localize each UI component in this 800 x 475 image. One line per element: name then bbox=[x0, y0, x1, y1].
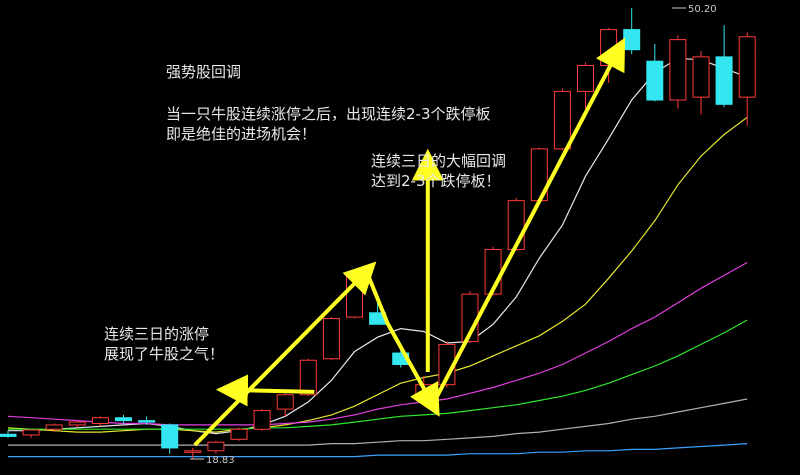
candle-body-down bbox=[161, 424, 179, 449]
limitup-note-line2: 展现了牛股之气！ bbox=[104, 345, 225, 363]
candle-body-up bbox=[230, 428, 248, 440]
title-text: 强势股回调 bbox=[166, 63, 242, 81]
candle bbox=[115, 414, 132, 424]
candle bbox=[715, 25, 733, 108]
candles bbox=[0, 8, 756, 459]
title-note: 强势股回调 bbox=[166, 62, 241, 82]
candle-body-up bbox=[692, 56, 710, 98]
candle-body-down bbox=[715, 56, 733, 105]
candle bbox=[646, 43, 664, 102]
main-note: 当一只牛股连续涨停之后，出现连续2-3个跌停板 即是绝佳的进场机会！ bbox=[166, 104, 491, 144]
candle bbox=[669, 35, 687, 109]
candle bbox=[230, 427, 248, 441]
main-note-line1: 当一只牛股连续涨停之后，出现连续2-3个跌停板 bbox=[166, 105, 491, 123]
candle bbox=[253, 409, 271, 431]
main-note-line2: 即是绝佳的进场机会！ bbox=[166, 125, 317, 143]
limitup-note-line1: 连续三日的涨停 bbox=[104, 325, 210, 343]
candle-body-up bbox=[669, 39, 687, 101]
limitup-note: 连续三日的涨停 展现了牛股之气！ bbox=[104, 324, 224, 364]
candle-body-up bbox=[91, 417, 109, 424]
candle-body-down bbox=[115, 417, 132, 422]
candle bbox=[322, 317, 340, 361]
pullback-note-line2: 达到2-3个跌停板！ bbox=[371, 172, 501, 190]
candle-body-up bbox=[22, 429, 40, 436]
limitup-note-arrow bbox=[215, 374, 315, 407]
candle-body-up bbox=[184, 450, 202, 453]
pullback-note-line1: 连续三日的大幅回调 bbox=[371, 152, 507, 170]
candle-body-up bbox=[577, 65, 594, 92]
candle-body-up bbox=[253, 410, 271, 430]
candle-body-up bbox=[207, 441, 225, 452]
high-price-label: 50.20 bbox=[688, 4, 717, 15]
candle-body-up bbox=[738, 36, 756, 98]
candle-body-up bbox=[68, 421, 86, 426]
candle bbox=[22, 429, 40, 438]
candle bbox=[738, 32, 756, 126]
candle bbox=[91, 416, 109, 427]
pullback-note: 连续三日的大幅回调 达到2-3个跌停板！ bbox=[371, 151, 506, 191]
candle-body-up bbox=[553, 90, 571, 150]
candle-body-down bbox=[138, 420, 156, 423]
candle-body-down bbox=[646, 60, 664, 101]
candle-body-down bbox=[623, 29, 641, 51]
candle bbox=[0, 430, 17, 438]
candle bbox=[553, 88, 571, 151]
candle-body-up bbox=[45, 424, 63, 430]
candle-body-down bbox=[0, 433, 17, 437]
candle bbox=[161, 423, 179, 454]
ma60-line bbox=[8, 398, 748, 446]
candle-body-up bbox=[299, 359, 317, 396]
candle-body-up bbox=[322, 318, 340, 360]
candle bbox=[692, 51, 710, 115]
candle bbox=[68, 420, 86, 428]
candle bbox=[623, 8, 641, 55]
candlestick-chart: 50.20 18.83 bbox=[0, 4, 800, 466]
candle bbox=[184, 447, 202, 459]
candle-body-up bbox=[276, 394, 294, 410]
candle bbox=[207, 440, 225, 454]
low-price-label: 18.83 bbox=[206, 455, 235, 466]
